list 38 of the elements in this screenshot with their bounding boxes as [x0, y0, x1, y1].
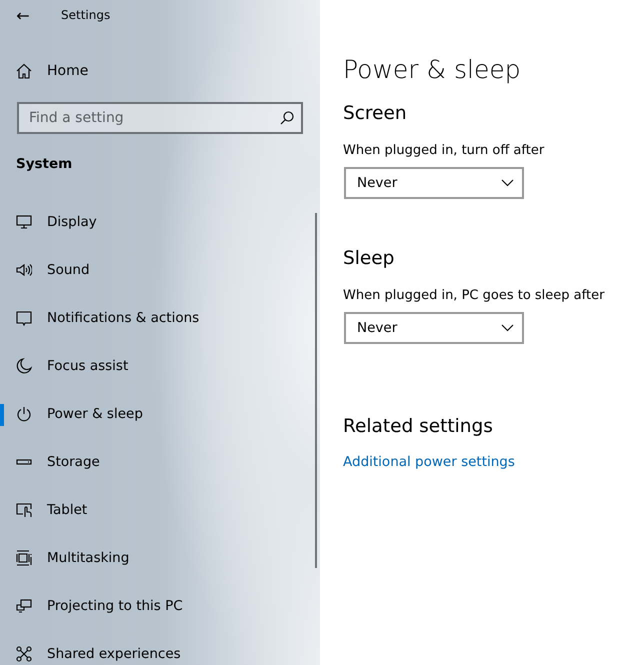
setting-label: When plugged in, turn off after	[343, 143, 546, 158]
nav-item[interactable]: Storage	[47, 454, 100, 470]
nav-item[interactable]: Tablet	[47, 502, 88, 518]
nav-item[interactable]: Display	[47, 214, 97, 230]
chevron-down-icon	[501, 179, 514, 187]
setting-label: When plugged in, PC goes to sleep after	[343, 288, 606, 303]
nav-item[interactable]: Projecting to this PC	[47, 598, 183, 614]
search-icon	[280, 111, 294, 125]
home-link[interactable]: Home	[47, 63, 88, 79]
section-heading: System	[16, 156, 74, 174]
chevron-down-icon	[501, 324, 514, 332]
speaker-icon	[16, 262, 32, 278]
search-field[interactable]: Find a setting	[17, 102, 303, 134]
nav-item[interactable]: Notifications & actions	[47, 310, 200, 326]
section-heading: Screen	[343, 103, 408, 126]
section-heading: Sleep	[343, 248, 396, 271]
home-icon	[16, 63, 32, 79]
tablet-touch-icon	[16, 502, 32, 518]
nav-item[interactable]: Power & sleep	[47, 406, 143, 422]
nav-item[interactable]: Sound	[47, 262, 90, 278]
power-icon	[16, 406, 32, 422]
projector-screens-icon	[16, 598, 32, 614]
power-settings-link[interactable]: Additional power settings	[343, 454, 515, 470]
nav-item[interactable]: Multitasking	[47, 550, 130, 566]
timeout-dropdown[interactable]: Never	[344, 167, 524, 199]
section-heading: Related settings	[343, 416, 494, 439]
nav-item[interactable]: Focus assist	[47, 358, 128, 374]
nav-item[interactable]: Shared experiences	[47, 646, 181, 662]
back-button[interactable]: ←	[0, 0, 46, 30]
speech-bubble-icon	[16, 310, 32, 326]
window-title: Settings	[61, 8, 110, 22]
scrollbar[interactable]	[315, 213, 317, 568]
monitor-icon	[16, 214, 32, 230]
moon-icon	[16, 358, 32, 374]
network-nodes-icon	[16, 646, 32, 662]
multitasking-icon	[16, 550, 32, 566]
page-title: Power & sleep	[343, 55, 522, 86]
timeout-dropdown[interactable]: Never	[344, 312, 524, 344]
